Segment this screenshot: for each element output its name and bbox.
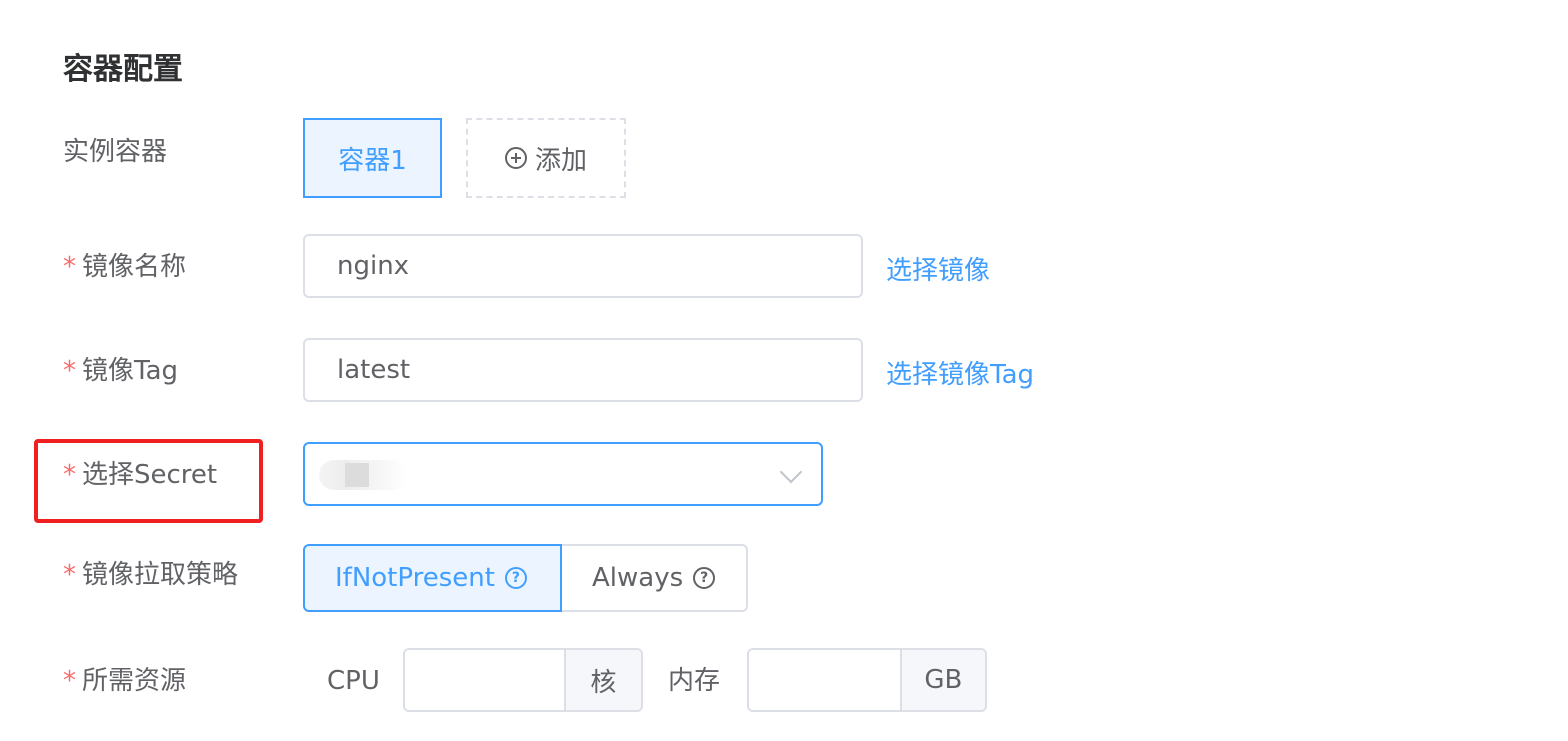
- instance-containers-label-text: 实例容器: [63, 137, 168, 167]
- resources-label-text: 所需资源: [82, 666, 187, 696]
- memory-input[interactable]: [749, 650, 900, 710]
- required-mark: *: [63, 666, 76, 696]
- pull-policy-label-text: 镜像拉取策略: [82, 560, 239, 590]
- chevron-down-icon: [779, 460, 803, 484]
- image-tag-label: * 镜像Tag: [63, 354, 178, 388]
- resources-label: * 所需资源: [63, 664, 186, 698]
- cpu-input-group: 核: [403, 648, 643, 712]
- pull-policy-radio-group: IfNotPresent ? Always ?: [303, 544, 748, 612]
- secret-select[interactable]: [303, 442, 823, 506]
- section-title: 容器配置: [63, 52, 183, 87]
- pull-policy-always[interactable]: Always ?: [562, 544, 748, 612]
- cpu-input[interactable]: [405, 650, 564, 710]
- memory-unit: GB: [899, 650, 985, 710]
- select-image-tag-link[interactable]: 选择镜像Tag: [886, 358, 1034, 392]
- add-container-button[interactable]: 添加: [466, 118, 626, 198]
- select-secret-label: * 选择Secret: [63, 458, 217, 492]
- image-name-value: nginx: [337, 251, 410, 281]
- cpu-label: CPU: [327, 666, 380, 696]
- question-circle-icon[interactable]: ?: [693, 567, 716, 589]
- redacted-value: [319, 460, 407, 490]
- add-container-label: 添加: [534, 145, 587, 176]
- cpu-unit: 核: [563, 650, 641, 710]
- instance-containers-label: 实例容器: [63, 135, 167, 169]
- pull-policy-ifnotpresent[interactable]: IfNotPresent ?: [303, 544, 562, 612]
- image-name-input[interactable]: nginx: [303, 234, 863, 298]
- plus-circle-icon: [504, 147, 527, 169]
- select-secret-label-text: 选择Secret: [82, 460, 218, 490]
- question-circle-icon[interactable]: ?: [504, 567, 527, 589]
- image-name-label-text: 镜像名称: [82, 252, 187, 282]
- image-tag-label-text: 镜像Tag: [82, 356, 179, 386]
- pull-policy-option-label: IfNotPresent: [335, 563, 495, 593]
- memory-label: 内存: [668, 666, 721, 696]
- required-mark: *: [63, 460, 76, 490]
- container-tab-label: 容器1: [338, 145, 407, 176]
- memory-input-group: GB: [747, 648, 987, 712]
- pull-policy-label: * 镜像拉取策略: [63, 558, 238, 592]
- container-tab-1[interactable]: 容器1: [303, 118, 442, 198]
- required-mark: *: [63, 356, 76, 386]
- required-mark: *: [63, 560, 76, 590]
- image-tag-input[interactable]: latest: [303, 338, 863, 402]
- image-tag-value: latest: [337, 355, 411, 385]
- select-image-link[interactable]: 选择镜像: [886, 254, 990, 288]
- pull-policy-option-label: Always: [592, 563, 684, 593]
- required-mark: *: [63, 252, 76, 282]
- image-name-label: * 镜像名称: [63, 250, 186, 284]
